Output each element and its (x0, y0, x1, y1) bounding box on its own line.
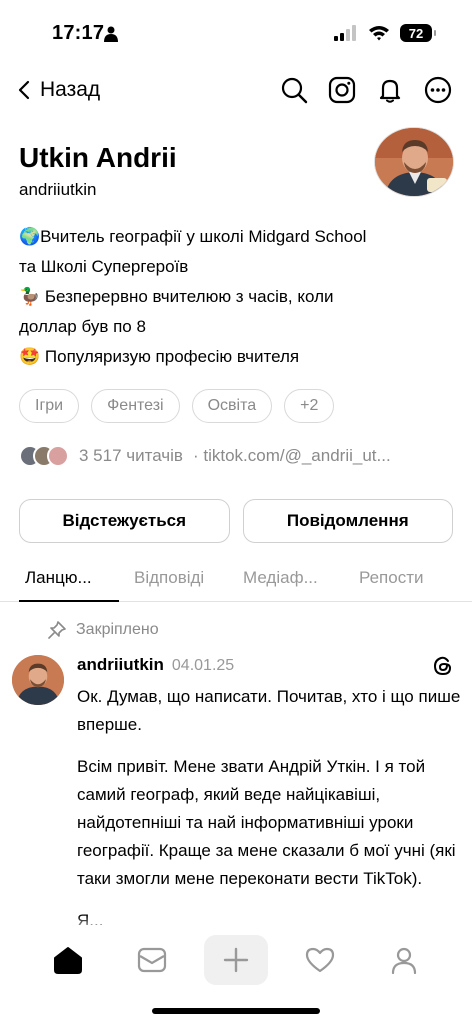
create-post-tab[interactable] (204, 935, 268, 985)
post-avatar[interactable] (12, 655, 64, 705)
tab-reposts[interactable]: Репости (359, 568, 424, 588)
tab-media[interactable]: Медіаф... (243, 568, 318, 588)
profile-bio: 🌍Вчитель географії у школі Midgard Schoo… (19, 222, 459, 372)
bio-line: 🤩 Популяризую професію вчителя (19, 347, 300, 366)
top-nav: Назад (0, 70, 472, 114)
activity-tab[interactable] (288, 935, 352, 985)
post-date: 04.01.25 (171, 657, 235, 674)
following-button[interactable]: Відстежується (19, 499, 230, 543)
home-tab[interactable] (36, 935, 100, 985)
instagram-icon[interactable] (328, 76, 356, 104)
home-indicator (152, 1008, 320, 1014)
wifi-icon (369, 26, 389, 41)
chevron-left-icon (18, 80, 30, 100)
battery-indicator: 72 (400, 24, 436, 42)
post-header: andriiutkin 04.01.25 (77, 655, 234, 675)
followers-row: 3 517 читачів · tiktok.com/@_andrii_ut..… (19, 445, 391, 467)
message-button[interactable]: Повідомлення (242, 499, 453, 543)
active-tab-indicator (19, 600, 119, 602)
tab-replies[interactable]: Відповіді (134, 568, 204, 588)
follower-avatar (47, 445, 69, 467)
tag-games[interactable]: Ігри (19, 389, 80, 423)
pinned-label-row: Закріплено (48, 621, 159, 639)
interest-tags: Ігри Фентезі Освіта +2 (19, 389, 335, 423)
avatar-photo (375, 128, 453, 196)
profile-tab[interactable] (372, 935, 436, 985)
notifications-bell-icon[interactable] (376, 76, 404, 104)
pin-icon (48, 621, 66, 639)
bottom-tab-bar (0, 925, 472, 995)
bio-line: 🦆 Безперервно вчителюю з часів, коли (19, 287, 334, 306)
profile-avatar[interactable] (374, 127, 454, 197)
threads-logo-icon (433, 656, 452, 676)
inbox-tab[interactable] (120, 935, 184, 985)
profile-name: Utkin Andrii (19, 142, 177, 173)
back-label: Назад (40, 78, 101, 101)
heart-icon (305, 947, 335, 973)
back-button[interactable]: Назад (18, 78, 100, 102)
tab-threads[interactable]: Ланцю... (25, 568, 92, 588)
status-bar: 17:17 72 (0, 0, 472, 66)
post-paragraph: Ок. Думав, що написати. Почитав, хто і щ… (77, 687, 461, 734)
home-icon (54, 947, 82, 974)
plus-icon (223, 947, 249, 973)
person-icon (391, 947, 417, 974)
profile-tabs: Ланцю... Відповіді Медіаф... Репости (0, 558, 472, 602)
cellular-signal-icon (334, 25, 356, 41)
post-paragraph: Всім привіт. Мене звати Андрій Уткін. І … (77, 757, 456, 888)
bio-line: 🌍Вчитель географії у школі Midgard Schoo… (19, 227, 367, 246)
search-icon[interactable] (280, 76, 308, 104)
tag-fantasy[interactable]: Фентезі (91, 389, 180, 423)
post-username[interactable]: andriiutkin (77, 655, 164, 675)
tag-more[interactable]: +2 (284, 389, 335, 423)
profile-actions: Відстежується Повідомлення (19, 499, 453, 543)
more-options-icon[interactable] (424, 76, 452, 104)
post-avatar-photo (12, 655, 64, 705)
bio-line: доллар був по 8 (19, 317, 146, 336)
bio-line: та Школі Супергероїв (19, 257, 189, 276)
focus-person-icon (104, 26, 118, 42)
profile-handle: andriiutkin (19, 180, 97, 199)
post-body: Ок. Думав, що написати. Почитав, хто і щ… (77, 683, 461, 949)
inbox-icon (137, 947, 167, 973)
followers-count[interactable]: 3 517 читачів (79, 446, 183, 466)
follower-avatars[interactable] (19, 445, 69, 467)
tag-education[interactable]: Освіта (191, 389, 273, 423)
pinned-label: Закріплено (76, 621, 159, 638)
status-time: 17:17 (52, 22, 105, 44)
status-indicators: 72 (334, 24, 436, 42)
profile-link[interactable]: · tiktok.com/@_andrii_ut... (193, 446, 391, 466)
